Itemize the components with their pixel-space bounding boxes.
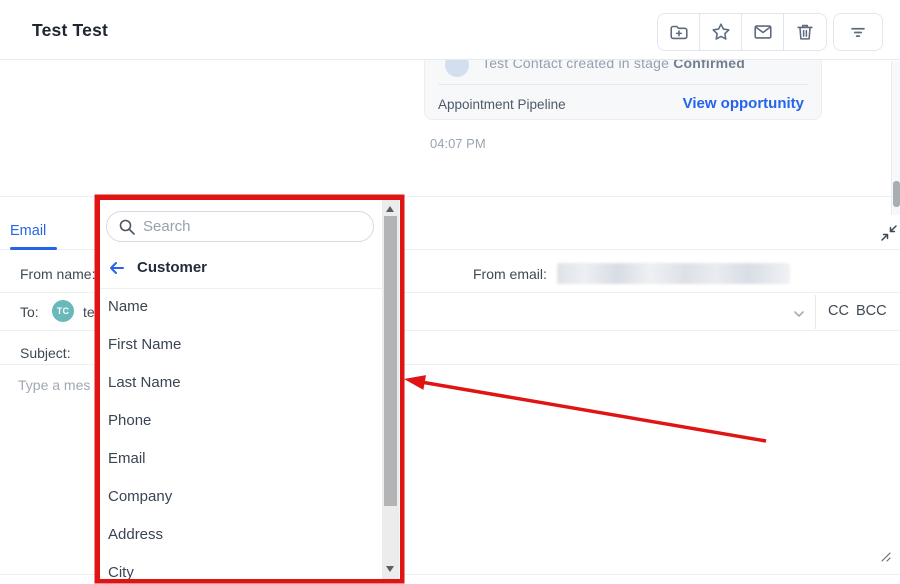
popup-item-first-name[interactable]: First Name <box>108 336 368 358</box>
page-header: Test Test <box>0 0 900 60</box>
cc-button[interactable]: CC <box>828 303 849 319</box>
collapse-panel-button[interactable] <box>880 224 900 244</box>
popup-scrollbar-track[interactable] <box>382 200 399 579</box>
popup-item-city[interactable]: City <box>108 564 368 582</box>
scroll-up-arrow[interactable] <box>386 206 394 212</box>
pipeline-label: Appointment Pipeline <box>438 97 566 112</box>
subject-label: Subject: <box>20 345 71 361</box>
popup-item-phone[interactable]: Phone <box>108 412 368 434</box>
merge-field-popup: Customer Name First Name Last Name Phone… <box>97 197 403 582</box>
star-icon <box>710 21 732 43</box>
view-opportunity-link[interactable]: View opportunity <box>683 95 804 112</box>
popup-search-input[interactable] <box>106 211 374 242</box>
filter-button[interactable] <box>833 13 883 51</box>
back-button[interactable] <box>108 259 126 277</box>
folder-plus-icon <box>668 21 690 43</box>
header-action-group <box>657 13 827 51</box>
to-label: To: <box>20 304 39 320</box>
divider <box>438 84 808 85</box>
to-recipient-value: te <box>83 304 95 320</box>
collapse-arrows-icon <box>880 224 898 242</box>
delete-button[interactable] <box>784 14 826 50</box>
from-email-redacted-value <box>557 263 790 284</box>
from-email-label: From email: <box>473 266 547 282</box>
resize-grip[interactable] <box>877 548 893 564</box>
feed-scrollbar-track[interactable] <box>891 61 900 215</box>
feed-scrollbar-thumb[interactable] <box>893 181 900 207</box>
popup-item-company[interactable]: Company <box>108 488 368 510</box>
trash-icon <box>794 21 816 43</box>
divider <box>815 295 816 329</box>
add-to-folder-button[interactable] <box>658 14 700 50</box>
star-button[interactable] <box>700 14 742 50</box>
arrow-left-icon <box>108 259 126 277</box>
tab-email[interactable]: Email <box>10 223 46 239</box>
popup-item-last-name[interactable]: Last Name <box>108 374 368 396</box>
to-recipient-avatar: TC <box>52 300 74 322</box>
tab-email-underline <box>10 247 57 250</box>
app-window: Test Contact created in stage Confirmed … <box>0 0 900 584</box>
event-timestamp: 04:07 PM <box>430 136 486 151</box>
page-title: Test Test <box>32 20 108 41</box>
divider <box>100 288 382 289</box>
filter-lines-icon <box>847 21 869 43</box>
scroll-down-arrow[interactable] <box>386 566 394 572</box>
popup-item-email[interactable]: Email <box>108 450 368 472</box>
popup-item-address[interactable]: Address <box>108 526 368 548</box>
popup-item-name[interactable]: Name <box>108 298 368 320</box>
envelope-icon <box>752 21 774 43</box>
bcc-button[interactable]: BCC <box>856 303 887 319</box>
to-dropdown-chevron-icon[interactable] <box>791 306 807 322</box>
from-name-label: From name: <box>20 266 95 282</box>
popup-scrollbar-thumb[interactable] <box>384 216 397 506</box>
popup-group-label: Customer <box>137 259 207 276</box>
message-placeholder: Type a mes <box>18 377 90 393</box>
email-button[interactable] <box>742 14 784 50</box>
